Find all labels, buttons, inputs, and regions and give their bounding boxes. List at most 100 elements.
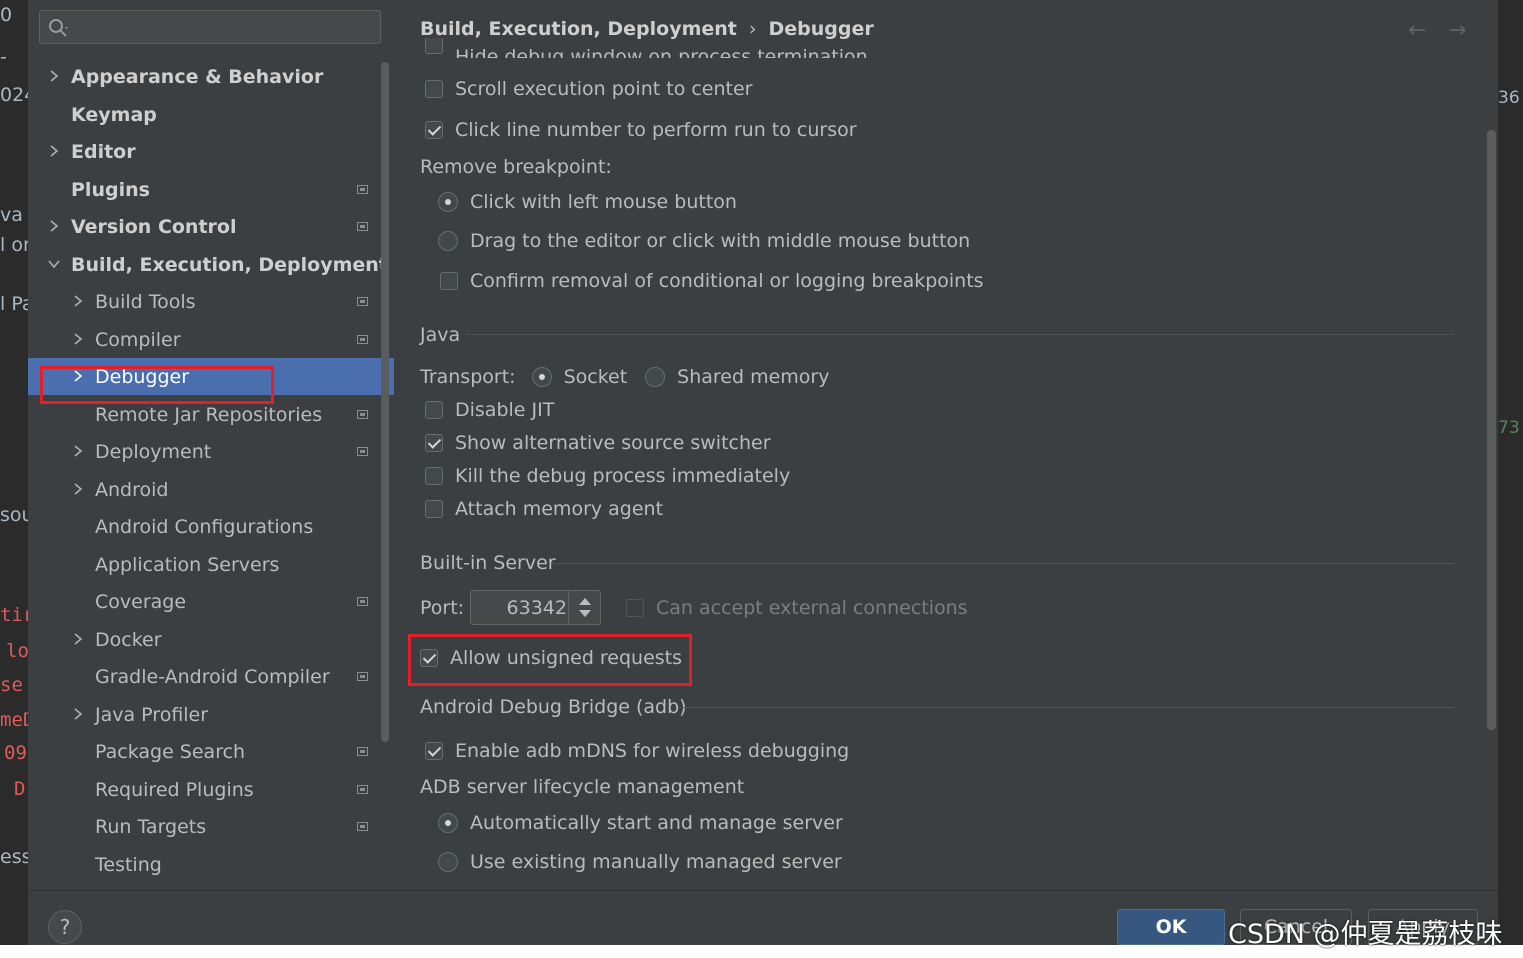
- tree-scrollbar[interactable]: [381, 62, 389, 742]
- radio-button[interactable]: [531, 367, 552, 387]
- setting-label: Disable JIT: [455, 399, 555, 421]
- ok-button[interactable]: OK: [1117, 909, 1225, 945]
- search-input[interactable]: [76, 11, 360, 43]
- scroll-exec-point-checkbox[interactable]: [425, 80, 443, 98]
- chevron-right-icon[interactable]: [47, 69, 61, 83]
- setting-label: Scroll execution point to center: [455, 78, 753, 100]
- setting-label: Drag to the editor or click with middle …: [470, 230, 971, 252]
- adb-title: Android Debug Bridge (adb): [420, 696, 687, 718]
- bg-fragment: l Pa: [0, 293, 28, 315]
- tree-item-build-execution-deployment[interactable]: Build, Execution, Deployment: [28, 246, 388, 283]
- tree-item-plugins[interactable]: Plugins: [28, 171, 382, 208]
- tree-item-gradle-android-compiler[interactable]: Gradle-Android Compiler: [28, 658, 382, 695]
- background-editor-left: 0 - 024 va l or l Pa sou tir lo se meD 0…: [0, 0, 28, 958]
- tree-item-docker[interactable]: Docker: [28, 621, 382, 658]
- bg-fragment: lo: [6, 640, 28, 662]
- bg-fragment: 0: [0, 4, 13, 26]
- tree-item-testing[interactable]: Testing: [28, 846, 382, 883]
- transport-shared-memory-label[interactable]: Shared memory: [677, 366, 829, 388]
- chevron-right-icon[interactable]: [47, 144, 61, 158]
- port-label: Port:: [420, 597, 465, 619]
- back-arrow-icon[interactable]: ←: [1408, 18, 1426, 43]
- radio-button[interactable]: [438, 192, 458, 212]
- chevron-right-icon[interactable]: [47, 219, 61, 233]
- radio-button[interactable]: [645, 367, 666, 387]
- tree-item-build-tools[interactable]: Build Tools: [28, 283, 382, 320]
- confirm-removal-checkbox[interactable]: [440, 272, 458, 290]
- tree-item-compiler[interactable]: Compiler: [28, 321, 382, 358]
- setting-label: Click line number to perform run to curs…: [455, 119, 857, 141]
- checkbox[interactable]: [425, 38, 443, 54]
- chevron-right-icon[interactable]: [71, 332, 85, 346]
- project-scope-icon: [357, 222, 368, 231]
- tree-item-run-targets[interactable]: Run Targets: [28, 808, 382, 845]
- memory-agent-setting[interactable]: Attach memory agent: [425, 496, 663, 522]
- breadcrumb-parent[interactable]: Build, Execution, Deployment: [420, 18, 737, 40]
- adb-auto-manage[interactable]: Automatically start and manage server: [438, 810, 843, 836]
- tree-item-deployment[interactable]: Deployment: [28, 433, 382, 470]
- tree-item-label: Build Tools: [95, 290, 196, 313]
- project-scope-icon: [357, 185, 368, 194]
- forward-arrow-icon[interactable]: →: [1448, 18, 1466, 43]
- background-editor-right: 36 73: [1498, 0, 1523, 958]
- memory-agent-checkbox[interactable]: [425, 500, 443, 518]
- confirm-removal-setting[interactable]: Confirm removal of conditional or loggin…: [440, 268, 984, 294]
- bg-fragment: 36: [1498, 88, 1520, 108]
- kill-debug-checkbox[interactable]: [425, 467, 443, 485]
- tree-item-label: Deployment: [95, 440, 212, 463]
- tree-item-label: Editor: [71, 140, 136, 163]
- chevron-right-icon[interactable]: [71, 632, 85, 646]
- tree-item-android-configurations[interactable]: Android Configurations: [28, 508, 382, 545]
- help-button[interactable]: ?: [48, 910, 82, 944]
- setting-label: Automatically start and manage server: [470, 812, 843, 834]
- group-separator: [466, 334, 1454, 335]
- bg-fragment: -: [0, 46, 7, 68]
- tree-item-required-plugins[interactable]: Required Plugins: [28, 771, 382, 808]
- tree-item-editor[interactable]: Editor: [28, 133, 382, 170]
- radio-button[interactable]: [438, 813, 458, 833]
- setting-label: Enable adb mDNS for wireless debugging: [455, 740, 850, 762]
- adb-mdns-checkbox[interactable]: [425, 742, 443, 760]
- disable-jit-checkbox[interactable]: [425, 401, 443, 419]
- kill-debug-setting[interactable]: Kill the debug process immediately: [425, 463, 790, 489]
- tree-item-coverage[interactable]: Coverage: [28, 583, 382, 620]
- chevron-down-icon[interactable]: [47, 257, 61, 271]
- alt-source-switcher-checkbox[interactable]: [425, 434, 443, 452]
- spinner-arrows-icon[interactable]: [568, 591, 601, 624]
- tree-item-keymap[interactable]: Keymap: [28, 96, 382, 133]
- bg-fragment: 09: [4, 742, 27, 764]
- content-scrollbar[interactable]: [1487, 130, 1496, 730]
- disable-jit-setting[interactable]: Disable JIT: [425, 397, 554, 423]
- search-field[interactable]: [39, 10, 381, 44]
- tree-item-android[interactable]: Android: [28, 471, 382, 508]
- scroll-exec-point-setting[interactable]: Scroll execution point to center: [425, 76, 753, 102]
- click-line-number-checkbox[interactable]: [425, 121, 443, 139]
- adb-mdns-setting[interactable]: Enable adb mDNS for wireless debugging: [425, 738, 849, 764]
- port-spinner-field[interactable]: [470, 590, 601, 625]
- tree-item-java-profiler[interactable]: Java Profiler: [28, 696, 382, 733]
- remove-bp-left-click[interactable]: Click with left mouse button: [438, 189, 737, 215]
- chevron-right-icon[interactable]: [71, 707, 85, 721]
- alt-source-switcher-setting[interactable]: Show alternative source switcher: [425, 430, 771, 456]
- remove-bp-drag[interactable]: Drag to the editor or click with middle …: [438, 228, 970, 254]
- radio-button[interactable]: [438, 231, 458, 251]
- chevron-right-icon[interactable]: [71, 294, 85, 308]
- breadcrumb-separator: ›: [748, 18, 757, 40]
- tree-item-package-search[interactable]: Package Search: [28, 733, 382, 770]
- highlight-box-unsigned: [408, 634, 692, 686]
- transport-socket-label[interactable]: Socket: [564, 366, 628, 388]
- chevron-right-icon[interactable]: [71, 444, 85, 458]
- tree-item-appearance-behavior[interactable]: Appearance & Behavior: [28, 58, 382, 95]
- tree-item-label: Remote Jar Repositories: [95, 403, 323, 426]
- click-line-number-setting[interactable]: Click line number to perform run to curs…: [425, 117, 857, 143]
- chevron-right-icon[interactable]: [71, 482, 85, 496]
- adb-lifecycle-title: ADB server lifecycle management: [420, 776, 745, 798]
- radio-button[interactable]: [438, 852, 458, 872]
- project-scope-icon: [357, 747, 368, 756]
- java-group-title: Java: [420, 324, 461, 346]
- tree-item-version-control[interactable]: Version Control: [28, 208, 382, 245]
- tree-item-application-servers[interactable]: Application Servers: [28, 546, 382, 583]
- adb-manual-server[interactable]: Use existing manually managed server: [438, 849, 842, 875]
- port-input[interactable]: [471, 591, 567, 624]
- tree-item-label: Gradle-Android Compiler: [95, 665, 330, 688]
